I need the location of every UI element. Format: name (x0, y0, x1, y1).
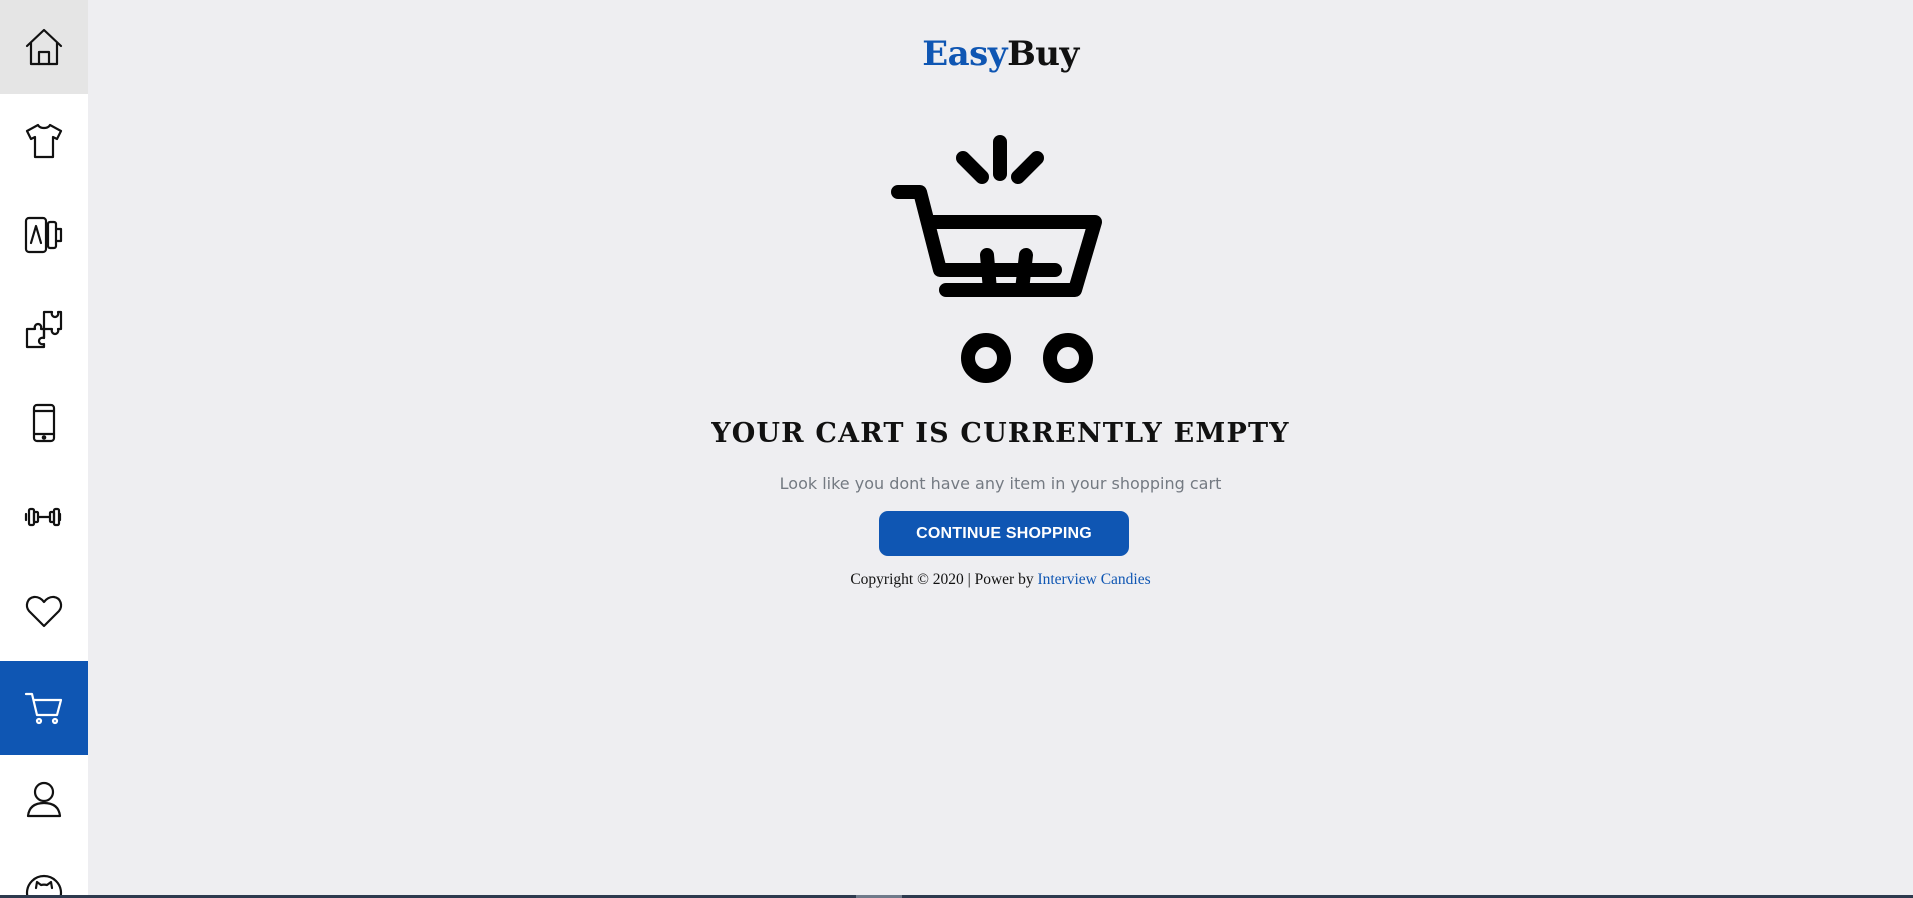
continue-shopping-button[interactable]: CONTINUE SHOPPING (879, 511, 1129, 556)
sidebar-item-clothing[interactable] (0, 94, 88, 188)
puzzle-icon (25, 310, 63, 349)
empty-cart-title: YOUR CART IS CURRENTLY EMPTY (711, 418, 1290, 449)
tshirt-icon (25, 123, 63, 159)
home-icon (25, 28, 63, 66)
sidebar-item-profile[interactable] (0, 752, 88, 846)
sidebar-item-home[interactable] (0, 0, 88, 94)
sidebar-item-fitness[interactable] (0, 470, 88, 564)
logo[interactable]: EasyBuy (88, 31, 1913, 77)
sidebar-item-mobiles[interactable] (0, 376, 88, 470)
sidebar-item-wishlist[interactable] (0, 564, 88, 658)
user-icon (26, 781, 62, 818)
appliances-icon (24, 216, 63, 254)
dumbbell-icon (24, 507, 62, 527)
sidebar-item-cart[interactable] (0, 661, 88, 755)
sidebar-item-appliances[interactable] (0, 188, 88, 282)
sidebar-item-toys[interactable] (0, 282, 88, 376)
heart-icon (25, 595, 63, 628)
shopping-cart-icon (891, 135, 1102, 383)
sidebar (0, 0, 88, 898)
logo-easy: Easy (922, 34, 1008, 74)
smartphone-icon (32, 403, 56, 443)
main-content: EasyBuy YOUR CART IS CURRENTLY EMPTY Loo… (88, 0, 1913, 895)
footer: Copyright © 2020 | Power by Interview Ca… (88, 571, 1913, 589)
logo-buy: Buy (1007, 34, 1079, 74)
copyright-text: Copyright © 2020 | Power by (850, 571, 1038, 588)
interview-candies-link[interactable]: Interview Candies (1037, 571, 1150, 588)
sidebar-item-github[interactable] (0, 846, 88, 898)
cart-icon (24, 692, 63, 725)
empty-cart-message: Look like you dont have any item in your… (779, 474, 1222, 493)
